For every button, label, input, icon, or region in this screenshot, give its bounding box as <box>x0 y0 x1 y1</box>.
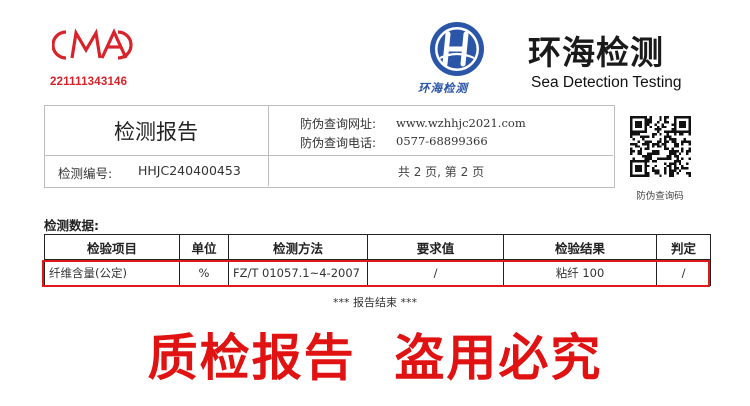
column-header-result: 检验结果 <box>503 234 657 260</box>
column-header-requirement: 要求值 <box>367 234 504 260</box>
verify-website-label: 防伪查询网址: <box>300 117 377 131</box>
report-end-note: *** 报告结束 *** <box>333 296 417 309</box>
column-header-unit: 单位 <box>179 234 229 260</box>
row-highlight-box <box>42 260 710 287</box>
column-header-method: 检测方法 <box>228 234 368 260</box>
warning-banner: 质检报告 盗用必究 <box>147 328 603 387</box>
header-divider-horizontal <box>44 155 613 156</box>
data-section-title: 检测数据: <box>44 218 99 233</box>
qr-code-icon <box>630 116 691 177</box>
org-logo-icon <box>430 22 484 76</box>
cma-logo <box>52 28 133 60</box>
report-title: 检测报告 <box>114 120 198 144</box>
report-number-label: 检测编号: <box>58 166 113 181</box>
column-header-item: 检验项目 <box>44 234 180 260</box>
org-name-english: Sea Detection Testing <box>531 74 682 91</box>
report-number-value: HHJC240400453 <box>138 163 241 178</box>
org-logo-caption: 环海检测 <box>418 81 468 95</box>
cma-number: 221111343146 <box>50 76 128 88</box>
column-header-judgement: 判定 <box>656 234 711 260</box>
verify-phone-label: 防伪查询电话: <box>300 136 377 150</box>
page-info: 共 2 页, 第 2 页 <box>397 165 485 179</box>
qr-caption: 防伪查询码 <box>636 191 684 202</box>
org-name-chinese: 环海检测 <box>528 33 664 72</box>
table-header-row: 检验项目 单位 检测方法 要求值 检验结果 判定 <box>44 234 711 260</box>
verify-phone-value: 0577-68899366 <box>396 134 488 148</box>
verify-website-link[interactable]: www.wzhhjc2021.com <box>396 116 526 130</box>
